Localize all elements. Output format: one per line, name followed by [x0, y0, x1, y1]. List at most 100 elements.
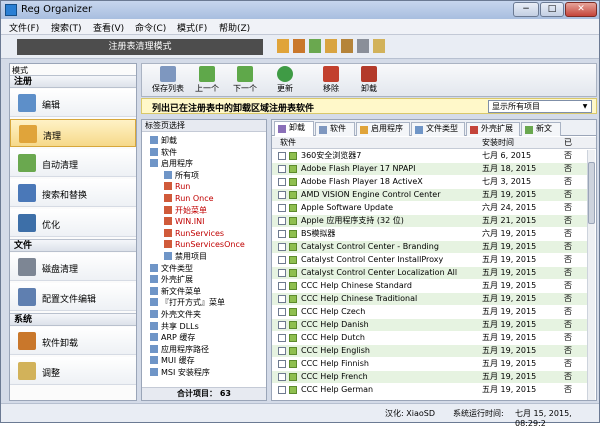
menu-view[interactable]: 查看(V) — [93, 21, 124, 34]
tweak-icon[interactable] — [373, 39, 385, 53]
table-row[interactable]: CCC Help Dutch 五月 19, 2015 否 — [272, 332, 588, 344]
tree-item[interactable]: 启用程序 — [150, 158, 193, 169]
tree-item[interactable]: 禁用项目 — [164, 251, 207, 262]
nav-disk-cleanup[interactable]: 磁盘清理 — [10, 253, 136, 281]
nav-tweaks[interactable]: 调整 — [10, 357, 136, 385]
tree-item[interactable]: 外壳扩展 — [150, 274, 193, 285]
tree-item[interactable]: 卸载 — [150, 135, 177, 146]
tree-item[interactable]: 应用程序路径 — [150, 344, 209, 355]
wrench-icon[interactable] — [357, 39, 369, 53]
row-checkbox[interactable] — [278, 360, 286, 368]
table-row[interactable]: BS模拟器 六月 19, 2015 否 — [272, 228, 588, 240]
tab-item[interactable]: 卸载 — [274, 121, 314, 136]
column-flag[interactable]: 已 — [564, 137, 572, 148]
table-row[interactable]: CCC Help German 五月 19, 2015 否 — [272, 384, 588, 396]
row-checkbox[interactable] — [278, 256, 286, 264]
previous-button[interactable]: 上一个 — [190, 66, 224, 96]
tree-item[interactable]: 软件 — [150, 147, 177, 158]
tree-item[interactable]: 开始菜单 — [164, 205, 207, 216]
table-row[interactable]: Catalyst Control Center Localization All… — [272, 267, 588, 279]
tab-item[interactable]: 新文 — [521, 122, 561, 136]
row-checkbox[interactable] — [278, 321, 286, 329]
tab-item[interactable]: 文件类型 — [411, 122, 465, 136]
row-checkbox[interactable] — [278, 282, 286, 290]
menu-file[interactable]: 文件(F) — [9, 21, 39, 34]
table-row[interactable]: Adobe Flash Player 17 NPAPI 五月 18, 2015 否 — [272, 163, 588, 175]
row-checkbox[interactable] — [278, 204, 286, 212]
registry-icon[interactable] — [277, 39, 289, 53]
maximize-button[interactable]: □ — [540, 2, 564, 17]
table-row[interactable]: CCC Help English 五月 19, 2015 否 — [272, 345, 588, 357]
tree-item[interactable]: 共享 DLLs — [150, 321, 199, 332]
nav-search-replace[interactable]: 搜索和替换 — [10, 179, 136, 207]
tree-item[interactable]: 『打开方式』菜单 — [150, 297, 225, 308]
table-row[interactable]: 360安全浏览器7 七月 6, 2015 否 — [272, 150, 588, 162]
filter-dropdown[interactable]: 显示所有项目 ▼ — [488, 100, 592, 113]
row-checkbox[interactable] — [278, 295, 286, 303]
tree-item[interactable]: Run Once — [164, 193, 214, 204]
nav-config-editor[interactable]: 配置文件编辑 — [10, 283, 136, 311]
nav-auto-clean[interactable]: 自动清理 — [10, 149, 136, 177]
vertical-scrollbar[interactable] — [587, 150, 595, 400]
uninstall-button[interactable]: 卸载 — [354, 66, 384, 96]
tools-icon[interactable] — [293, 39, 305, 53]
tree-item[interactable]: MUI 缓存 — [150, 355, 195, 366]
menu-command[interactable]: 命令(C) — [135, 21, 166, 34]
row-checkbox[interactable] — [278, 230, 286, 238]
refresh-button[interactable]: 更新 — [270, 66, 300, 96]
row-checkbox[interactable] — [278, 165, 286, 173]
tree-item[interactable]: 文件类型 — [150, 263, 193, 274]
row-checkbox[interactable] — [278, 386, 286, 394]
next-button[interactable]: 下一个 — [228, 66, 262, 96]
nav-optimize[interactable]: 优化 — [10, 209, 136, 237]
table-row[interactable]: CCC Help French 五月 19, 2015 否 — [272, 371, 588, 383]
tree-item[interactable]: RunServicesOnce — [164, 239, 245, 250]
tree-item[interactable]: ARP 缓存 — [150, 332, 195, 343]
folder-icon[interactable] — [325, 39, 337, 53]
row-checkbox[interactable] — [278, 308, 286, 316]
column-install-time[interactable]: 安装时间 — [482, 137, 514, 148]
nav-clean[interactable]: 清理 — [10, 119, 136, 147]
menu-search[interactable]: 搜索(T) — [51, 21, 82, 34]
menu-mode[interactable]: 模式(F) — [177, 21, 207, 34]
row-checkbox[interactable] — [278, 347, 286, 355]
scrollbar-thumb[interactable] — [588, 162, 595, 224]
row-checkbox[interactable] — [278, 243, 286, 251]
table-row[interactable]: Adobe Flash Player 18 ActiveX 七月 3, 2015 否 — [272, 176, 588, 188]
tab-item[interactable]: 启用程序 — [356, 122, 410, 136]
table-row[interactable]: Apple Software Update 六月 24, 2015 否 — [272, 202, 588, 214]
remove-button[interactable]: 移除 — [316, 66, 346, 96]
table-row[interactable]: Catalyst Control Center InstallProxy 五月 1… — [272, 254, 588, 266]
column-software[interactable]: 软件 — [280, 137, 296, 148]
table-row[interactable]: CCC Help Chinese Traditional 五月 19, 2015 否 — [272, 293, 588, 305]
tree-item[interactable]: 外壳文件夹 — [150, 309, 201, 320]
row-checkbox[interactable] — [278, 152, 286, 160]
tree-item[interactable]: Run — [164, 181, 190, 192]
menu-help[interactable]: 帮助(Z) — [219, 21, 250, 34]
save-list-button[interactable]: 保存列表 — [148, 66, 188, 96]
close-button[interactable]: ✕ — [565, 2, 597, 17]
row-checkbox[interactable] — [278, 178, 286, 186]
tree-item[interactable]: WIN.INI — [164, 216, 205, 227]
table-row[interactable]: CCC Help Danish 五月 19, 2015 否 — [272, 319, 588, 331]
table-row[interactable]: AMD VISION Engine Control Center 五月 19, 2… — [272, 189, 588, 201]
nav-uninstall[interactable]: 软件卸载 — [10, 327, 136, 355]
row-checkbox[interactable] — [278, 269, 286, 277]
star-icon[interactable] — [309, 39, 321, 53]
row-checkbox[interactable] — [278, 373, 286, 381]
row-checkbox[interactable] — [278, 191, 286, 199]
tab-item[interactable]: 软件 — [315, 122, 355, 136]
nav-edit[interactable]: 编辑 — [10, 89, 136, 117]
table-row[interactable]: CCC Help Finnish 五月 19, 2015 否 — [272, 358, 588, 370]
minimize-button[interactable]: − — [513, 2, 539, 17]
tree-item[interactable]: RunServices — [164, 228, 224, 239]
tab-item[interactable]: 外壳扩展 — [466, 122, 520, 136]
file-icon[interactable] — [341, 39, 353, 53]
table-row[interactable]: Catalyst Control Center - Branding 五月 19,… — [272, 241, 588, 253]
tree-item[interactable]: 所有项 — [164, 170, 199, 181]
tree-item[interactable]: 新文件菜单 — [150, 286, 201, 297]
tree-item[interactable]: MSI 安装程序 — [150, 367, 210, 378]
row-checkbox[interactable] — [278, 334, 286, 342]
row-checkbox[interactable] — [278, 217, 286, 225]
table-row[interactable]: Apple 应用程序支持 (32 位) 五月 21, 2015 否 — [272, 215, 588, 227]
